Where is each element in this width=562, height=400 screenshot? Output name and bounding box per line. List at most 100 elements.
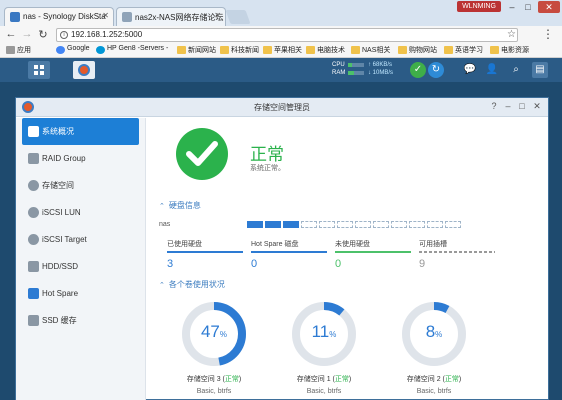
disk-info-section-header[interactable]: ⌃ 硬盘信息 [159, 200, 201, 211]
volume-icon [28, 180, 39, 191]
address-bar[interactable]: i 192.168.1.252:5000 [56, 28, 518, 42]
google-icon [56, 46, 65, 54]
volume-usage-donut[interactable]: 8% [401, 301, 467, 367]
sidebar-item-overview[interactable]: 系统概况 [22, 118, 139, 145]
minimize-icon[interactable]: – [504, 2, 520, 12]
ram-bar [348, 71, 364, 75]
tab-nas2x[interactable]: nas2x-NAS网络存储论坛 ✕ [116, 7, 226, 26]
disk-slot-empty [301, 221, 317, 228]
synology-favicon-icon [10, 12, 20, 22]
bookmark-google[interactable]: Google [56, 45, 90, 54]
status-check-icon[interactable]: ✓ [410, 62, 426, 78]
main-menu-button[interactable] [28, 61, 50, 79]
close-icon[interactable]: ✕ [102, 11, 109, 20]
sidebar-item-label: HDD/SSD [42, 262, 79, 271]
grid-icon [34, 65, 44, 75]
cpu-label: CPU [332, 62, 345, 68]
close-window-icon[interactable]: ✕ [538, 1, 560, 13]
hotspare-icon [28, 288, 39, 299]
bookmarks-bar: 应用 Google HP Gen8 -Servers - 新闻网站 科技新闻 苹… [0, 44, 562, 58]
volume-state: 正常 [224, 376, 239, 383]
bookmark-folder[interactable]: 科技新闻 [220, 45, 259, 55]
disk-slot-used [283, 221, 299, 228]
collapse-caret-icon: ⌃ [159, 203, 165, 210]
sidebar-item-raid-group[interactable]: RAID Group [16, 145, 145, 172]
sidebar-item-ssd-cache[interactable]: SSD 缓存 [16, 307, 145, 334]
folder-icon [177, 46, 186, 54]
stat-used-disks: 已使用硬盘 3 [167, 239, 243, 270]
maximize-icon[interactable]: □ [520, 2, 536, 12]
bookmark-hp[interactable]: HP Gen8 -Servers - [96, 45, 168, 54]
checkmark-icon [186, 141, 218, 166]
profile-badge[interactable]: WLNMING [457, 1, 501, 12]
sidebar-item-iscsi-lun[interactable]: iSCSI LUN [16, 199, 145, 226]
close-icon[interactable]: ✕ [214, 11, 221, 20]
system-status: 正常 [250, 145, 284, 164]
overview-panel: 正常 系统正常。 ⌃ 硬盘信息 nas 已使用硬盘 3 Hot Spare 磁盘 … [147, 118, 548, 400]
bookmark-folder[interactable]: 英语学习 [444, 45, 483, 55]
browser-menu-icon[interactable]: ⋮ [542, 27, 554, 41]
bookmark-folder[interactable]: 电影资源 [490, 45, 529, 55]
volume-filesystem: Basic, btrfs [306, 388, 342, 395]
window-title: 存储空间管理员 [254, 103, 310, 112]
back-arrow-icon[interactable]: ← [4, 28, 18, 40]
folder-icon [351, 46, 360, 54]
sidebar-item-label: iSCSI Target [42, 235, 87, 244]
download-speed: ↓ 10MB/s [368, 70, 394, 76]
stat-free-slots: 可用插槽 9 [419, 239, 495, 270]
volume-filesystem: Basic, btrfs [196, 388, 232, 395]
help-icon[interactable]: ? [488, 101, 500, 111]
collapse-caret-icon: ⌃ [159, 282, 165, 289]
cpu-bar [348, 63, 364, 67]
maximize-icon[interactable]: □ [516, 101, 528, 111]
user-icon[interactable]: 👤 [484, 62, 500, 78]
bookmark-folder[interactable]: NAS相关 [351, 45, 390, 55]
ram-label: RAM [332, 70, 346, 76]
page-favicon-icon [122, 12, 132, 22]
search-icon[interactable]: ⌕ [508, 62, 524, 78]
tab-synology[interactable]: nas - Synology DiskSta ✕ [4, 7, 114, 26]
sidebar-item-label: 存储空间 [42, 181, 74, 190]
bookmark-star-icon[interactable]: ☆ [507, 29, 516, 40]
volume-usage-donut[interactable]: 11% [291, 301, 357, 367]
resource-monitor-widget[interactable]: CPU ↑ 68KB/s RAM ↓ 10MB/s [332, 61, 406, 79]
dsm-taskbar: CPU ↑ 68KB/s RAM ↓ 10MB/s ✓ ↻ 💬 👤 ⌕ ▤ [0, 58, 562, 82]
bookmark-folder[interactable]: 电脑技术 [306, 45, 345, 55]
sidebar-item-volume[interactable]: 存储空间 [16, 172, 145, 199]
volume-usage-donut[interactable]: 47% [181, 301, 247, 367]
lun-icon [28, 207, 39, 218]
info-icon[interactable]: i [60, 31, 68, 39]
new-tab-button[interactable] [225, 10, 251, 24]
sync-icon[interactable]: ↻ [428, 62, 444, 78]
stat-hot-spare: Hot Spare 磁盘 0 [251, 239, 327, 270]
close-icon[interactable]: ✕ [531, 101, 543, 112]
sidebar-item-hot-spare[interactable]: Hot Spare [16, 280, 145, 307]
folder-icon [220, 46, 229, 54]
bookmark-folder[interactable]: 新闻网站 [177, 45, 216, 55]
storage-manager-icon [78, 64, 90, 76]
folder-icon [490, 46, 499, 54]
sidebar-item-iscsi-target[interactable]: iSCSI Target [16, 226, 145, 253]
sidebar-item-label: RAID Group [42, 154, 86, 163]
disk-slot-empty [409, 221, 425, 228]
upload-speed: ↑ 68KB/s [368, 62, 393, 68]
widgets-icon[interactable]: ▤ [532, 62, 548, 78]
chat-icon[interactable]: 💬 [462, 62, 478, 78]
sidebar-item-label: Hot Spare [42, 289, 79, 298]
disk-slot-empty [373, 221, 389, 228]
bookmark-folder[interactable]: 购物网站 [398, 45, 437, 55]
disk-slot-empty [445, 221, 461, 228]
volume-usage-section-header[interactable]: ⌃ 各个卷使用状况 [159, 279, 225, 290]
disk-slot-empty [427, 221, 443, 228]
bookmark-apps[interactable]: 应用 [6, 45, 31, 55]
storage-manager-taskbar-button[interactable] [73, 61, 95, 79]
reload-icon[interactable]: ↻ [36, 28, 50, 41]
sidebar-item-hdd-ssd[interactable]: HDD/SSD [16, 253, 145, 280]
forward-arrow-icon[interactable]: → [20, 28, 34, 40]
folder-icon [444, 46, 453, 54]
stat-unused-disks: 未使用硬盘 0 [335, 239, 411, 270]
usage-percent: 8% [425, 322, 443, 341]
bookmark-folder[interactable]: 苹果相关 [263, 45, 302, 55]
minimize-icon[interactable]: – [502, 101, 514, 111]
window-title-bar[interactable]: 存储空间管理员 ? – □ ✕ [16, 98, 548, 117]
